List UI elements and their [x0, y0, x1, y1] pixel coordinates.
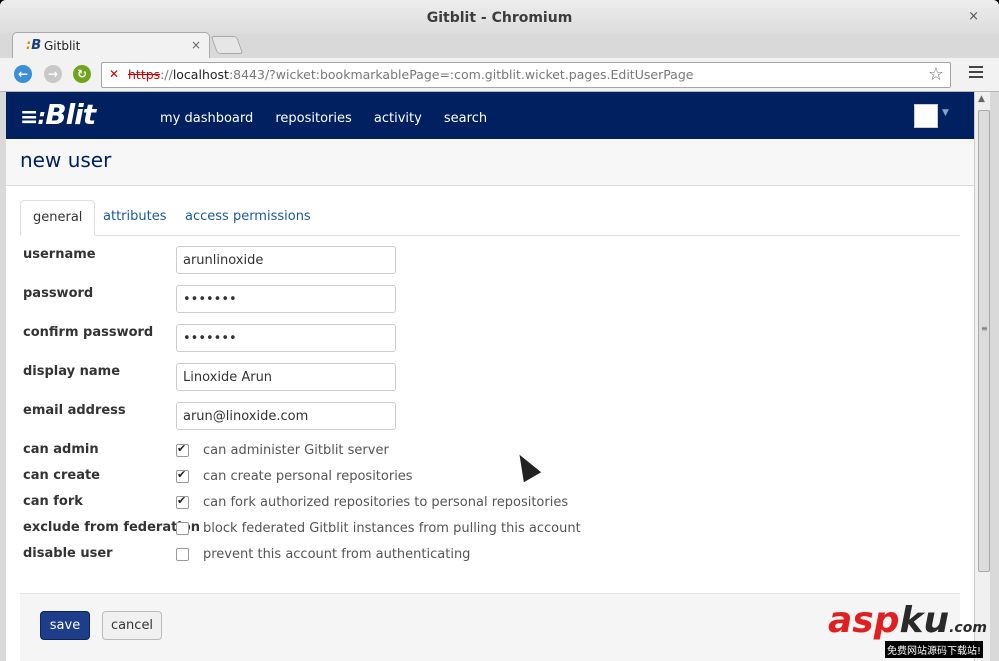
- scrollbar-thumb[interactable]: [978, 110, 990, 572]
- watermark-com: .com: [949, 620, 987, 636]
- password-field[interactable]: [176, 285, 396, 313]
- main-nav: my dashboard repositories activity searc…: [160, 107, 504, 126]
- cancel-button[interactable]: cancel: [102, 611, 162, 640]
- tab-general[interactable]: general: [20, 200, 96, 236]
- nav-activity[interactable]: activity: [374, 111, 422, 126]
- can-fork-label: can fork: [23, 494, 83, 509]
- watermark-asp: asp: [828, 600, 900, 641]
- aspku-watermark: aspku.com: [828, 600, 987, 641]
- page-title: new user: [20, 148, 112, 172]
- bookmark-star-icon[interactable]: ☆: [928, 64, 944, 85]
- confirm-password-field[interactable]: [176, 324, 396, 352]
- gitblit-logo[interactable]: ≡:Blit: [20, 98, 96, 131]
- email-address-field[interactable]: [176, 402, 396, 430]
- window-titlebar: Gitblit - Chromium ×: [0, 0, 999, 34]
- can-admin-desc: can administer Gitblit server: [203, 443, 389, 458]
- watermark-subtitle: 免费网站源码下载站!: [885, 641, 984, 658]
- disable-user-desc: prevent this account from authenticating: [203, 547, 471, 562]
- exclude-federation-label: exclude from federation: [23, 520, 200, 535]
- avatar-caret-icon[interactable]: ▼: [942, 108, 949, 118]
- tab-strip: :B Gitblit ×: [0, 30, 999, 59]
- browser-toolbar: ← → ↻ ✕ https://localhost:8443/?wicket:b…: [0, 58, 999, 92]
- forward-icon[interactable]: →: [44, 65, 62, 83]
- back-icon[interactable]: ←: [14, 65, 32, 83]
- scroll-up-arrow-icon[interactable]: ▲: [978, 94, 985, 104]
- url-separator: ://: [160, 67, 173, 82]
- display-name-label: display name: [23, 364, 121, 379]
- can-admin-checkbox[interactable]: [176, 442, 189, 457]
- browser-menu-icon[interactable]: [969, 66, 983, 81]
- url-path: :8443/?wicket:bookmarkablePage=:com.gitb…: [228, 67, 694, 82]
- disable-user-label: disable user: [23, 546, 113, 561]
- can-admin-label: can admin: [23, 442, 99, 457]
- password-label: password: [23, 286, 94, 301]
- address-bar[interactable]: ✕ https://localhost:8443/?wicket:bookmar…: [101, 62, 951, 88]
- exclude-federation-desc: block federated Gitblit instances from p…: [203, 521, 581, 536]
- url-host: localhost: [172, 67, 229, 82]
- mouse-cursor-icon: [510, 449, 542, 483]
- exclude-federation-checkbox[interactable]: [176, 522, 189, 535]
- gitblit-navbar: ≡:Blit my dashboard repositories activit…: [6, 92, 974, 139]
- new-tab-button[interactable]: [210, 36, 244, 54]
- confirm-password-label: confirm password: [23, 325, 154, 340]
- can-create-label: can create: [23, 468, 100, 483]
- can-fork-desc: can fork authorized repositories to pers…: [203, 495, 569, 510]
- can-create-desc: can create personal repositories: [203, 469, 413, 484]
- user-avatar[interactable]: [914, 104, 938, 128]
- url-scheme: https: [128, 67, 161, 82]
- gitblit-favicon-icon: :B: [26, 38, 42, 53]
- watermark-ku: ku: [899, 600, 950, 641]
- tab-close-icon[interactable]: ×: [191, 38, 201, 52]
- page-viewport: ≡:Blit my dashboard repositories activit…: [6, 92, 974, 661]
- vertical-scrollbar[interactable]: ▲ ≡: [974, 92, 991, 661]
- browser-tab-title: Gitblit: [44, 39, 81, 53]
- window-title: Gitblit - Chromium: [426, 10, 573, 26]
- logo-name: Blit: [45, 98, 96, 131]
- tab-attributes[interactable]: attributes: [91, 200, 178, 234]
- display-name-field[interactable]: [176, 363, 396, 391]
- save-button[interactable]: save: [40, 611, 90, 640]
- browser-tab-gitblit[interactable]: :B Gitblit ×: [12, 32, 210, 59]
- reload-icon[interactable]: ↻: [73, 65, 91, 83]
- window-edge: [990, 92, 999, 661]
- nav-repositories[interactable]: repositories: [275, 111, 351, 126]
- logo-prefix: ≡:: [20, 105, 46, 130]
- can-fork-checkbox[interactable]: [176, 494, 189, 509]
- can-create-checkbox[interactable]: [176, 468, 189, 483]
- page-header: new user: [6, 139, 974, 186]
- insecure-lock-icon[interactable]: ✕: [109, 67, 123, 81]
- scrollbar-grip-icon: ≡: [981, 324, 988, 333]
- disable-user-checkbox[interactable]: [176, 548, 189, 561]
- username-label: username: [23, 247, 96, 262]
- form-actions: save cancel: [20, 593, 960, 661]
- nav-search[interactable]: search: [444, 111, 487, 126]
- nav-my-dashboard[interactable]: my dashboard: [160, 111, 253, 126]
- window-close-icon[interactable]: ×: [968, 9, 979, 24]
- tab-access-permissions[interactable]: access permissions: [173, 200, 323, 234]
- email-address-label: email address: [23, 403, 126, 418]
- username-field[interactable]: [176, 246, 396, 274]
- form-tabs: general attributes access permissions: [20, 200, 960, 236]
- address-url[interactable]: https://localhost:8443/?wicket:bookmarka…: [128, 67, 693, 82]
- browser-window: Gitblit - Chromium × :B Gitblit × ← → ↻ …: [0, 0, 999, 661]
